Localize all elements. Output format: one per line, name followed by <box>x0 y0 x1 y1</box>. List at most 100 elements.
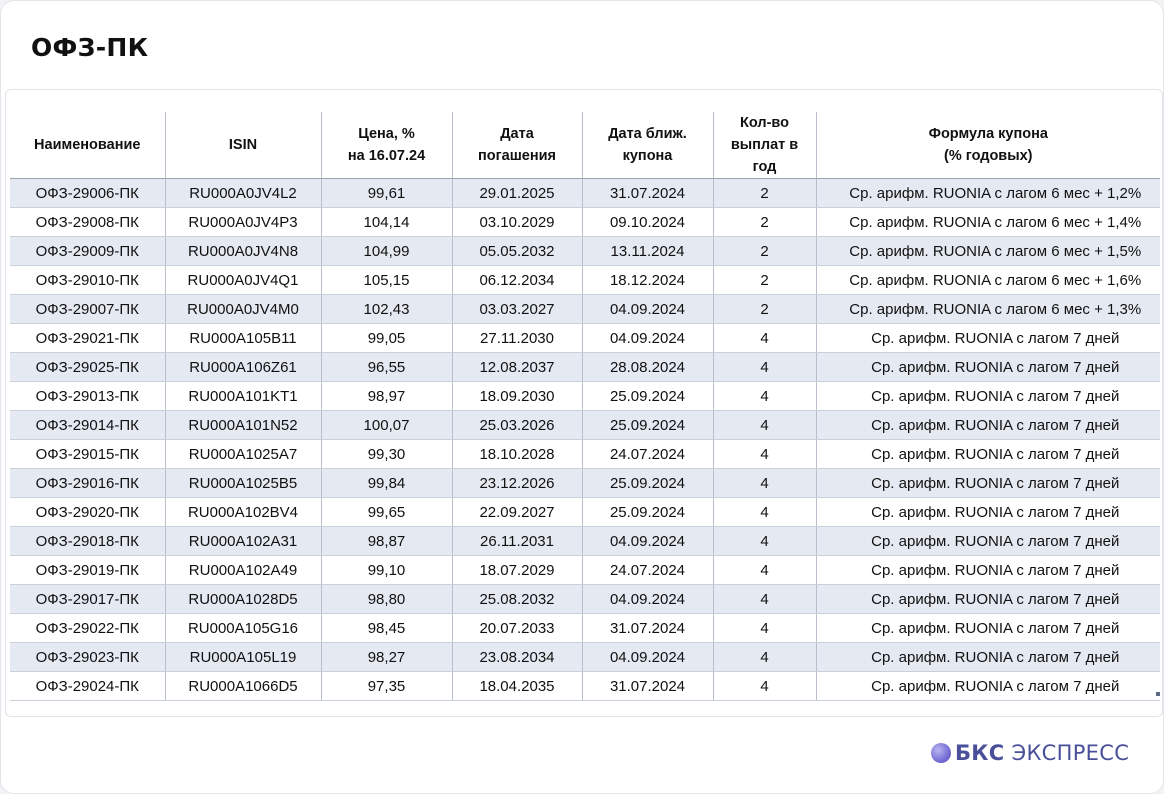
table-cell: Ср. арифм. RUONIA с лагом 7 дней <box>816 671 1160 701</box>
table-cell: 24.07.2024 <box>582 439 714 469</box>
table-cell: 18.09.2030 <box>452 381 583 411</box>
table-row: ОФЗ-29013-ПК RU000A101KT1 98,97 18.09.2030 2… <box>10 381 1160 411</box>
table-cell: 4 <box>713 584 817 614</box>
logo-text: ЭКСПРЕСС <box>1011 741 1130 765</box>
table-row: ОФЗ-29019-ПК RU000A102A49 99,10 18.07.2029 2… <box>10 555 1160 585</box>
bks-express-logo: БКС ЭКСПРЕСС <box>931 741 1129 765</box>
table-cell: RU000A102BV4 <box>165 497 322 527</box>
table-cell: Ср. арифм. RUONIA с лагом 6 мес + 1,4% <box>816 207 1160 237</box>
column-header: Наименование <box>10 112 166 179</box>
table-cell: 4 <box>713 410 817 440</box>
table-cell: 12.08.2037 <box>452 352 583 382</box>
table-cell: Ср. арифм. RUONIA с лагом 7 дней <box>816 555 1160 585</box>
bonds-table: Наименование ISIN Цена, % на 16.07.24 Дата … <box>10 112 1160 701</box>
table-cell: 31.07.2024 <box>582 178 714 208</box>
table-cell: RU000A0JV4Q1 <box>165 265 322 295</box>
table-cell: ОФЗ-29022-ПК <box>10 613 166 643</box>
table-cell: ОФЗ-29020-ПК <box>10 497 166 527</box>
table-cell: 102,43 <box>321 294 453 324</box>
column-header: Дата погашения <box>452 112 583 179</box>
table-cell: 98,45 <box>321 613 453 643</box>
table-cell: Ср. арифм. RUONIA с лагом 7 дней <box>816 323 1160 353</box>
table-row: ОФЗ-29015-ПК RU000A1025A7 99,30 18.10.2028 2… <box>10 439 1160 469</box>
table-cell: 96,55 <box>321 352 453 382</box>
table-body: ОФЗ-29006-ПК RU000A0JV4L2 99,61 29.01.2025 3… <box>10 178 1160 701</box>
table-cell: 18.07.2029 <box>452 555 583 585</box>
table-cell: 04.09.2024 <box>582 526 714 556</box>
table-cell: 4 <box>713 352 817 382</box>
table-cell: ОФЗ-29018-ПК <box>10 526 166 556</box>
table-cell: 98,80 <box>321 584 453 614</box>
table-row: ОФЗ-29021-ПК RU000A105B11 99,05 27.11.2030 0… <box>10 323 1160 353</box>
table-cell: 18.10.2028 <box>452 439 583 469</box>
table-cell: ОФЗ-29014-ПК <box>10 410 166 440</box>
column-header: ISIN <box>165 112 322 179</box>
table-cell: 04.09.2024 <box>582 642 714 672</box>
table-cell: RU000A0JV4P3 <box>165 207 322 237</box>
table-cell: 25.03.2026 <box>452 410 583 440</box>
table-cell: RU000A106Z61 <box>165 352 322 382</box>
table-cell: 4 <box>713 323 817 353</box>
table-cell: RU000A1066D5 <box>165 671 322 701</box>
table-cell: 25.09.2024 <box>582 497 714 527</box>
table-cell: RU000A101KT1 <box>165 381 322 411</box>
column-header: Цена, % на 16.07.24 <box>321 112 453 179</box>
table-cell: RU000A0JV4L2 <box>165 178 322 208</box>
table-cell: 27.11.2030 <box>452 323 583 353</box>
table-cell: 23.08.2034 <box>452 642 583 672</box>
table-cell: Ср. арифм. RUONIA с лагом 7 дней <box>816 497 1160 527</box>
table-header-row: Наименование ISIN Цена, % на 16.07.24 Дата … <box>10 112 1160 179</box>
table-cell: Ср. арифм. RUONIA с лагом 7 дней <box>816 468 1160 498</box>
table-row: ОФЗ-29018-ПК RU000A102A31 98,87 26.11.2031 0… <box>10 526 1160 556</box>
bks-sphere-icon <box>931 743 951 763</box>
resize-handle[interactable] <box>1156 692 1160 696</box>
table-panel: Наименование ISIN Цена, % на 16.07.24 Дата … <box>5 89 1163 717</box>
table-cell: Ср. арифм. RUONIA с лагом 6 мес + 1,3% <box>816 294 1160 324</box>
table-cell: 99,84 <box>321 468 453 498</box>
table-row: ОФЗ-29022-ПК RU000A105G16 98,45 20.07.2033 3… <box>10 613 1160 643</box>
table-cell: 09.10.2024 <box>582 207 714 237</box>
table-cell: 28.08.2024 <box>582 352 714 382</box>
table-cell: ОФЗ-29016-ПК <box>10 468 166 498</box>
table-cell: 23.12.2026 <box>452 468 583 498</box>
page-title: ОФЗ-ПК <box>31 33 149 62</box>
table-cell: Ср. арифм. RUONIA с лагом 6 мес + 1,5% <box>816 236 1160 266</box>
table-cell: ОФЗ-29021-ПК <box>10 323 166 353</box>
table-cell: 04.09.2024 <box>582 323 714 353</box>
table-row: ОФЗ-29006-ПК RU000A0JV4L2 99,61 29.01.2025 3… <box>10 178 1160 208</box>
column-header: Формула купона (% годовых) <box>816 112 1160 179</box>
table-cell: ОФЗ-29023-ПК <box>10 642 166 672</box>
table-cell: 100,07 <box>321 410 453 440</box>
table-cell: Ср. арифм. RUONIA с лагом 7 дней <box>816 526 1160 556</box>
table-cell: 04.09.2024 <box>582 294 714 324</box>
table-row: ОФЗ-29017-ПК RU000A1028D5 98,80 25.08.2032 0… <box>10 584 1160 614</box>
table-cell: 25.08.2032 <box>452 584 583 614</box>
table-cell: 2 <box>713 178 817 208</box>
table-cell: 98,87 <box>321 526 453 556</box>
table-cell: 03.03.2027 <box>452 294 583 324</box>
table-cell: Ср. арифм. RUONIA с лагом 6 мес + 1,2% <box>816 178 1160 208</box>
table-row: ОФЗ-29016-ПК RU000A1025B5 99,84 23.12.2026 2… <box>10 468 1160 498</box>
table-cell: 4 <box>713 468 817 498</box>
table-cell: 99,30 <box>321 439 453 469</box>
table-cell: Ср. арифм. RUONIA с лагом 7 дней <box>816 642 1160 672</box>
table-cell: 22.09.2027 <box>452 497 583 527</box>
table-cell: 2 <box>713 294 817 324</box>
table-row: ОФЗ-29010-ПК RU000A0JV4Q1 105,15 06.12.2034… <box>10 265 1160 295</box>
table-cell: RU000A102A49 <box>165 555 322 585</box>
table-row: ОФЗ-29007-ПК RU000A0JV4M0 102,43 03.03.2027… <box>10 294 1160 324</box>
table-cell: ОФЗ-29017-ПК <box>10 584 166 614</box>
table-cell: 98,97 <box>321 381 453 411</box>
table-cell: 97,35 <box>321 671 453 701</box>
table-cell: ОФЗ-29025-ПК <box>10 352 166 382</box>
table-cell: 2 <box>713 265 817 295</box>
table-cell: 104,99 <box>321 236 453 266</box>
table-row: ОФЗ-29023-ПК RU000A105L19 98,27 23.08.2034 0… <box>10 642 1160 672</box>
table-cell: 03.10.2029 <box>452 207 583 237</box>
column-header: Дата ближ. купона <box>582 112 714 179</box>
table-cell: RU000A1025B5 <box>165 468 322 498</box>
table-cell: ОФЗ-29008-ПК <box>10 207 166 237</box>
content-card: ОФЗ-ПК Наименование ISIN Цена, % на 16.07.… <box>0 0 1164 794</box>
table-cell: Ср. арифм. RUONIA с лагом 7 дней <box>816 439 1160 469</box>
table-row: ОФЗ-29014-ПК RU000A101N52 100,07 25.03.2026… <box>10 410 1160 440</box>
